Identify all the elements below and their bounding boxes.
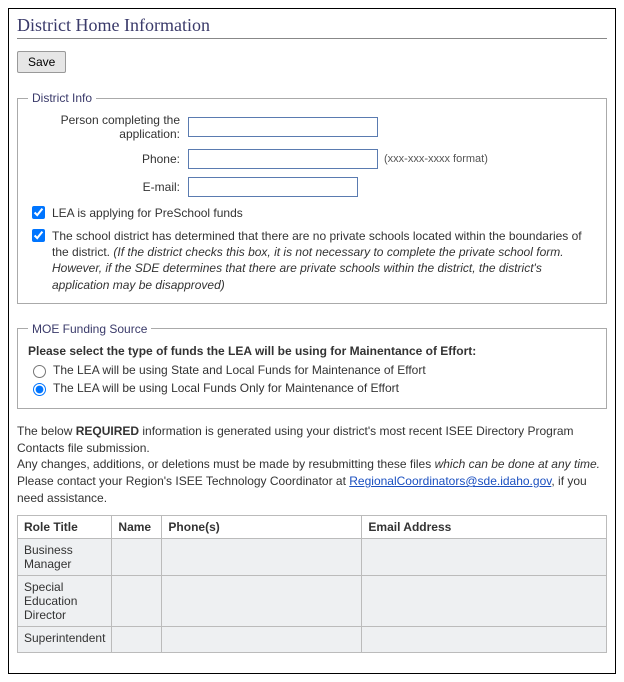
table-row: Superintendent (18, 626, 607, 652)
moe-radio-local-only-label: The LEA will be using Local Funds Only f… (53, 381, 399, 395)
private-schools-checkbox[interactable] (32, 229, 45, 242)
phone-input[interactable] (188, 149, 378, 169)
info-line2-italic: which can be done at any time. (435, 457, 600, 471)
cell-email (362, 626, 607, 652)
cell-role: Business Manager (18, 538, 112, 575)
moe-radio-state-local-label: The LEA will be using State and Local Fu… (53, 363, 426, 377)
save-button[interactable]: Save (17, 51, 66, 73)
person-label: Person completing the application: (28, 113, 188, 141)
private-label-note: (If the district checks this box, it is … (52, 245, 564, 291)
table-row: Special Education Director (18, 575, 607, 626)
district-info-fieldset: District Info Person completing the appl… (17, 91, 607, 304)
district-info-legend: District Info (28, 91, 96, 105)
cell-name (112, 575, 162, 626)
phone-hint: (xxx-xxx-xxxx format) (384, 153, 488, 165)
info-line2-prefix: Any changes, additions, or deletions mus… (17, 457, 435, 471)
email-input[interactable] (188, 177, 358, 197)
preschool-checkbox[interactable] (32, 206, 45, 219)
cell-email (362, 538, 607, 575)
cell-role: Special Education Director (18, 575, 112, 626)
cell-name (112, 538, 162, 575)
regional-coordinators-link[interactable]: RegionalCoordinators@sde.idaho.gov (349, 474, 551, 488)
contacts-table: Role Title Name Phone(s) Email Address B… (17, 515, 607, 653)
preschool-checkbox-label: LEA is applying for PreSchool funds (52, 205, 596, 221)
title-divider (17, 38, 607, 39)
contacts-info-block: The below REQUIRED information is genera… (17, 423, 607, 507)
cell-phone (162, 575, 362, 626)
info-line3-prefix: Please contact your Region's ISEE Techno… (17, 474, 349, 488)
person-input[interactable] (188, 117, 378, 137)
cell-role: Superintendent (18, 626, 112, 652)
moe-instruction: Please select the type of funds the LEA … (28, 344, 596, 358)
info-line1-prefix: The below (17, 424, 76, 438)
th-email: Email Address (362, 515, 607, 538)
cell-email (362, 575, 607, 626)
phone-label: Phone: (28, 152, 188, 166)
info-line1-bold: REQUIRED (76, 424, 139, 438)
moe-legend: MOE Funding Source (28, 322, 151, 336)
th-role: Role Title (18, 515, 112, 538)
email-label: E-mail: (28, 180, 188, 194)
moe-fieldset: MOE Funding Source Please select the typ… (17, 322, 607, 409)
table-row: Business Manager (18, 538, 607, 575)
th-phone: Phone(s) (162, 515, 362, 538)
cell-name (112, 626, 162, 652)
cell-phone (162, 538, 362, 575)
moe-radio-state-local[interactable] (33, 365, 46, 378)
private-schools-checkbox-label: The school district has determined that … (52, 228, 596, 293)
moe-radio-local-only[interactable] (33, 383, 46, 396)
th-name: Name (112, 515, 162, 538)
page-title: District Home Information (17, 15, 607, 36)
cell-phone (162, 626, 362, 652)
